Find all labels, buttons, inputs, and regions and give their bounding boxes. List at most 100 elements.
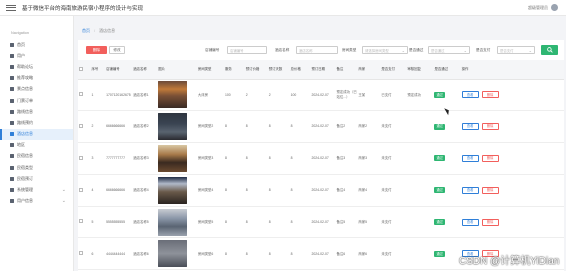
sidebar-item[interactable]: 民宿信息: [0, 151, 73, 162]
room-type-select[interactable]: 请选择房间类型 ⌄: [362, 46, 408, 54]
merchant-cell: 商家6: [357, 237, 381, 271]
row-checkbox[interactable]: [79, 251, 83, 256]
modify-button[interactable]: 修改: [109, 46, 125, 54]
sidebar-item[interactable]: 民宿预订: [0, 173, 73, 184]
hotel-image[interactable]: [158, 208, 188, 236]
table-row[interactable]: 5 5555555555 酒店名称5 房间类型5 8 8 8 8 2024-02-07 备注5 商家…: [78, 206, 564, 239]
table-row[interactable]: 4 6666666666 酒店名称4 房间类型4 8 8 8 8 2024-02-07 备注4 商家…: [78, 174, 564, 207]
image-cell: [157, 174, 197, 207]
approved-select[interactable]: 是否通过 ⌄: [428, 46, 470, 54]
note-cell: 预定成功（已站位...）: [335, 79, 358, 112]
sidebar-item[interactable]: 系统管理 ⌄: [0, 184, 73, 195]
breadcrumb: 首页 / 酒店信息: [74, 26, 566, 35]
hotel-name-input[interactable]: 酒店名称: [296, 46, 338, 54]
status-badge: 通过: [434, 155, 445, 162]
sidebar-item[interactable]: 推荐攻略: [0, 73, 73, 84]
sidebar-item-label: 系统管理: [17, 187, 33, 193]
chevron-down-icon: ⌄: [61, 187, 66, 194]
sidebar-item[interactable]: 景点信息: [0, 84, 73, 95]
date-cell: 2024-02-07: [310, 79, 336, 112]
index-cell: 5: [90, 206, 106, 239]
sidebar-item[interactable]: 民宿类型: [0, 162, 73, 173]
settings-icon: [10, 188, 14, 193]
row-checkbox[interactable]: [79, 155, 83, 160]
sidebar-item-label: 民宿信息: [17, 153, 33, 159]
days-cell: 8: [267, 110, 290, 144]
column-header: 总价格: [289, 60, 311, 80]
note-cell: 备注3: [335, 142, 358, 175]
shop-no-cell: 4444444444: [105, 237, 133, 271]
user-icon: [10, 53, 14, 58]
row-checkbox[interactable]: [79, 92, 83, 97]
delete-button[interactable]: 删除: [481, 186, 499, 194]
column-header: 预订价格: [244, 60, 268, 80]
status-badge: 通过: [434, 219, 445, 226]
hotel-name-label: 酒店名称: [275, 48, 290, 52]
delete-label: 删除: [486, 156, 494, 161]
paid-select[interactable]: 是否支付 ⌄: [497, 46, 535, 54]
breadcrumb-separator: /: [94, 28, 96, 33]
table-row[interactable]: 1 1707120162675 酒店名称1 大床房 100 2 2 100 2024-02-07…: [78, 79, 564, 112]
row-checkbox[interactable]: [79, 187, 83, 192]
hotel-image[interactable]: [158, 113, 188, 141]
column-header: 商家: [357, 60, 381, 80]
chevron-down-icon: ⌄: [61, 198, 66, 205]
sidebar-item[interactable]: 路线信息: [0, 106, 73, 117]
merchant-cell: 商家5: [357, 206, 381, 239]
sidebar-item-label: 民宿类型: [17, 164, 33, 170]
service-cell: 8: [223, 110, 245, 144]
image-cell: [157, 110, 197, 144]
hotel-image[interactable]: [158, 240, 188, 268]
delete-button[interactable]: 删除: [481, 154, 499, 162]
search-button[interactable]: [541, 45, 558, 55]
view-button[interactable]: 查看: [461, 91, 479, 99]
column-header: 服务: [223, 60, 245, 80]
sidebar-item[interactable]: 路线预约: [0, 117, 73, 128]
avatar[interactable]: [551, 4, 558, 11]
actions-cell: 查看 删除: [460, 110, 564, 144]
reply-cell: [406, 206, 434, 239]
select-all-checkbox[interactable]: [79, 66, 83, 71]
user-menu[interactable]: 超级管理员: [528, 4, 558, 11]
approved-placeholder: 是否通过: [431, 48, 445, 53]
shop-no-input[interactable]: 店铺编号: [227, 46, 267, 54]
view-button[interactable]: 查看: [461, 186, 479, 194]
view-button[interactable]: 查看: [461, 123, 479, 131]
sidebar-item[interactable]: 首页: [0, 39, 73, 50]
sidebar-item[interactable]: 用户信息 ⌄: [0, 196, 73, 207]
bulk-delete-button[interactable]: 删除: [86, 46, 107, 54]
type-icon: [10, 165, 14, 170]
sidebar-item-label: 推荐攻略: [17, 75, 33, 81]
hotel-image[interactable]: [158, 144, 188, 172]
table-row[interactable]: 3 7777777777 酒店名称3 房间类型3 8 8 8 8 2024-02-07 备注3 商家…: [78, 142, 564, 175]
hotel-image[interactable]: [158, 81, 188, 109]
sidebar-item[interactable]: 帮助论坛: [0, 61, 73, 72]
delete-button[interactable]: 删除: [481, 218, 499, 226]
image-cell: [157, 206, 197, 239]
days-cell: 2: [267, 79, 290, 112]
name-cell: 酒店名称3: [132, 142, 158, 175]
table-row[interactable]: 2 6666666666 酒店名称2 房间类型2 8 8 8 8 2024-02-07 备注2 商家…: [78, 110, 564, 144]
delete-button[interactable]: 删除: [481, 123, 499, 131]
note-cell: 备注5: [335, 206, 358, 239]
hotel-image[interactable]: [158, 176, 188, 204]
view-button[interactable]: 查看: [461, 154, 479, 162]
sidebar-item[interactable]: 地区: [0, 140, 73, 151]
breadcrumb-home[interactable]: 首页: [82, 28, 90, 34]
price-cell: 8: [244, 206, 268, 239]
column-header: 是否通过: [433, 60, 461, 80]
view-label: 查看: [466, 188, 474, 193]
name-cell: 酒店名称1: [132, 79, 158, 112]
sidebar-item[interactable]: 门票订单: [0, 95, 73, 106]
date-cell: 2024-02-07: [310, 174, 336, 207]
row-checkbox[interactable]: [79, 123, 83, 128]
sidebar-item[interactable]: 用户: [0, 50, 73, 61]
view-button[interactable]: 查看: [461, 218, 479, 226]
chevron-down-icon: ⌄: [401, 47, 405, 53]
sidebar-item[interactable]: 酒店信息: [0, 128, 73, 140]
row-checkbox[interactable]: [79, 219, 83, 224]
delete-button[interactable]: 删除: [481, 91, 499, 99]
menu-toggle-icon[interactable]: [6, 4, 16, 11]
sidebar-item-label: 地区: [17, 142, 25, 148]
price-cell: 8: [244, 142, 268, 175]
